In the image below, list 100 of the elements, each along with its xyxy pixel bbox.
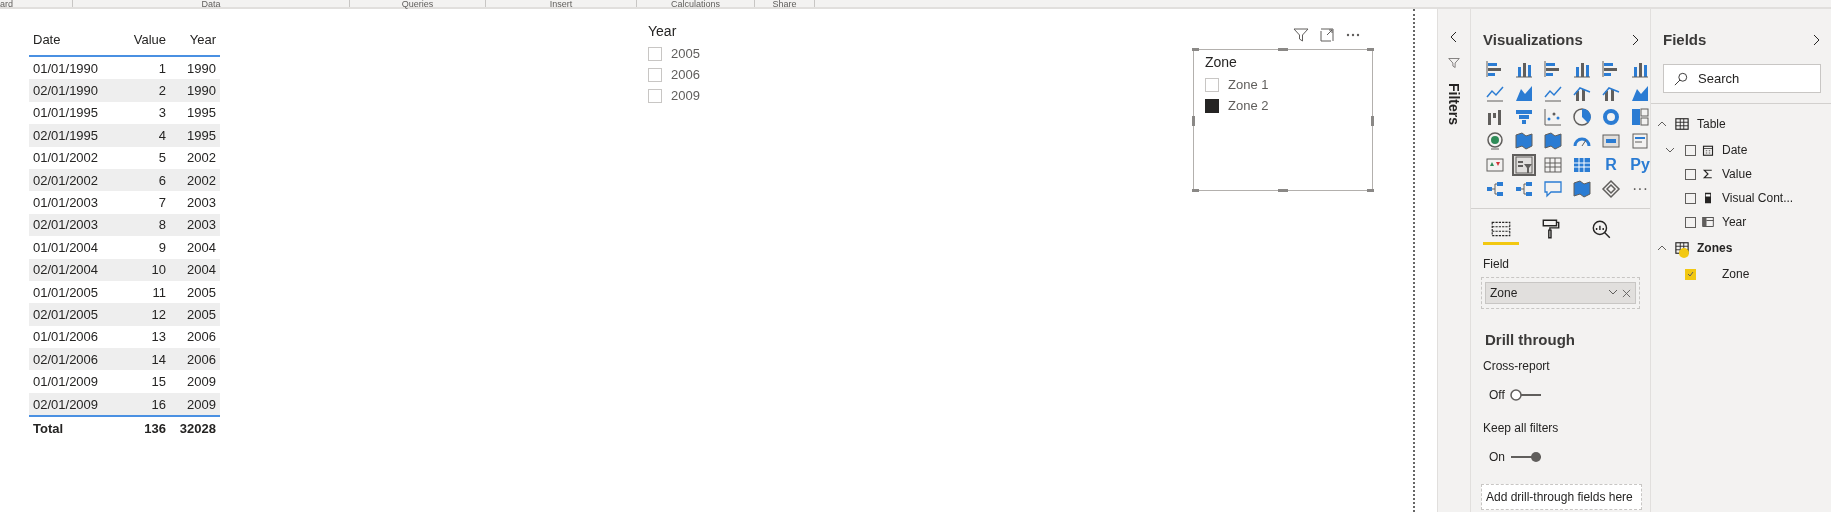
visual-type-button[interactable] [1541, 178, 1565, 200]
map-chart-icon [1514, 131, 1534, 151]
scatter-chart-icon [1543, 107, 1563, 127]
card-chart-icon [1601, 131, 1621, 151]
sigma-icon [1702, 168, 1714, 180]
table-cell-text: 2006 [186, 351, 217, 367]
focus-mode-icon[interactable] [1319, 27, 1335, 43]
table-cell-text: 1 [157, 60, 167, 76]
search-field[interactable]: Search [1663, 64, 1821, 93]
table-cell-text: 2002 [186, 172, 217, 188]
slicer-title: Year [648, 23, 678, 39]
ribbon-group-label: Insert [486, 0, 637, 7]
paint-roller-icon [1540, 217, 1562, 240]
ribbon-group-label: Share [755, 0, 815, 7]
filter-icon[interactable] [1293, 27, 1309, 43]
visual-type-button[interactable]: R [1599, 154, 1623, 176]
funnel-chart-icon [1514, 107, 1534, 127]
checkbox[interactable] [1685, 216, 1696, 228]
field-name[interactable]: Visual Cont... [1722, 191, 1794, 205]
table-cell-text: 12 [150, 307, 167, 322]
filters-pane[interactable]: Filters [1437, 9, 1470, 512]
ribbon-group-label: Queries [350, 0, 486, 7]
pane-title: Fields [1663, 31, 1707, 48]
table-cell-text: 01/01/1990 [32, 60, 100, 76]
table-cell-text: 02/01/2009 [32, 396, 100, 412]
table-cell-text: 16 [150, 396, 167, 412]
table-cell-text: 01/01/2004 [32, 239, 100, 255]
calendar-icon [1702, 144, 1714, 156]
ribbon-group-label: Calculations [637, 0, 755, 7]
table-icon [1675, 117, 1689, 131]
field-name[interactable]: Year [1722, 215, 1747, 229]
table-cell-text: 2005 [186, 284, 217, 300]
filter-icon [1448, 57, 1460, 69]
table-cell-text: 1995 [186, 105, 217, 121]
chevron-up-icon[interactable] [1657, 245, 1667, 251]
visual-type-button[interactable] [1570, 178, 1594, 200]
toggle-switch[interactable] [1508, 389, 1543, 401]
resize-handle[interactable] [1192, 189, 1199, 192]
column-header[interactable]: Date [29, 31, 124, 47]
toggle-state: On [1489, 450, 1505, 464]
table-column-icon [1702, 216, 1714, 228]
column-header[interactable]: Year [170, 31, 220, 47]
table-name[interactable]: Zones [1697, 241, 1733, 255]
table-cell-text: 11 [151, 284, 167, 300]
table-cell-text: 01/01/2005 [32, 284, 100, 300]
checkbox[interactable] [1685, 144, 1696, 156]
field-name[interactable]: Zone [1722, 267, 1750, 281]
checkbox[interactable] [1685, 192, 1696, 204]
slicer-item-label[interactable]: Zone 1 [1228, 77, 1269, 92]
resize-handle[interactable] [1367, 189, 1374, 192]
tree-chart-icon [1485, 179, 1505, 199]
chevron-left-icon[interactable] [1449, 31, 1459, 43]
kpi-chart-icon [1485, 155, 1505, 175]
slicer-frame[interactable]: Zone Zone 1 Zone 2 [1193, 49, 1373, 191]
resize-handle[interactable] [1278, 48, 1288, 51]
column-header[interactable]: Value [124, 31, 170, 47]
filters-pane-title[interactable]: Filters [1446, 83, 1462, 125]
resize-handle[interactable] [1192, 116, 1195, 126]
drop-zone[interactable]: Add drill-through fields here [1481, 484, 1642, 510]
slicer-item-label[interactable]: 2005 [671, 46, 700, 61]
field-name[interactable]: Value [1722, 167, 1752, 181]
checkbox[interactable] [1685, 168, 1696, 180]
visual-type-button[interactable]: ··· [1628, 178, 1652, 200]
chevron-right-icon[interactable] [1811, 33, 1821, 46]
visual-type-button[interactable]: Py [1628, 154, 1652, 176]
visual-type-button[interactable] [1512, 154, 1536, 176]
table-cell-text: 3 [157, 105, 167, 121]
table-cell-text: 01/01/1995 [32, 105, 100, 121]
checkbox[interactable] [1205, 98, 1219, 113]
section-title: Drill through [1484, 330, 1576, 350]
map-chart-icon [1543, 131, 1563, 151]
resize-handle[interactable] [1371, 116, 1374, 126]
table-cell-text: 2009 [186, 374, 217, 390]
visual-type-button[interactable] [1512, 130, 1536, 152]
shape-chart-icon [1601, 179, 1621, 199]
resize-handle[interactable] [1278, 189, 1288, 192]
visual-type-button[interactable] [1599, 178, 1623, 200]
table-cell-text: 5 [157, 150, 167, 166]
chevron-down-icon[interactable] [1608, 288, 1618, 295]
toggle-switch[interactable] [1509, 451, 1543, 463]
visual-type-button[interactable] [1541, 154, 1565, 176]
table-cell-text: 2004 [186, 239, 217, 255]
resize-handle[interactable] [1192, 48, 1199, 51]
table-name[interactable]: Table [1697, 117, 1726, 131]
visual-type-button[interactable] [1570, 106, 1594, 128]
chevron-right-icon[interactable] [1630, 33, 1640, 46]
slicer-item-label[interactable]: 2006 [671, 67, 700, 82]
slicer-item-label[interactable]: Zone 2 [1228, 98, 1269, 113]
table-cell-text: 2 [157, 83, 167, 99]
resize-handle[interactable] [1367, 48, 1374, 51]
slicer-item-label[interactable]: 2009 [671, 88, 700, 103]
field-name[interactable]: Date [1722, 143, 1748, 157]
field-pill-label: Zone [1490, 286, 1518, 300]
chevron-up-icon[interactable] [1657, 121, 1667, 127]
visual-type-button[interactable] [1541, 130, 1565, 152]
close-icon[interactable] [1622, 288, 1631, 298]
table-cell-text: 02/01/2003 [32, 217, 100, 233]
field-pill[interactable]: Zone [1485, 282, 1636, 304]
table-cell-text: 2005 [186, 307, 217, 322]
chevron-down-icon[interactable] [1665, 147, 1675, 153]
